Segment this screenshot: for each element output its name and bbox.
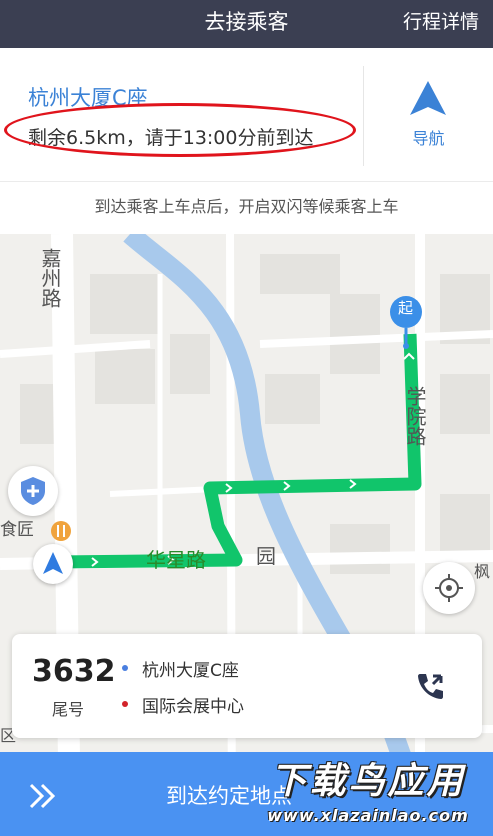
shield-icon xyxy=(21,477,45,505)
map-view[interactable]: 嘉州路 学院路 华星路 园 食匠 枫 区 起 xyxy=(0,234,493,836)
watermark-url: www.xlazainlao.com xyxy=(267,806,469,825)
passenger-tail-number: 3632 xyxy=(32,654,116,689)
start-marker-label: 起 xyxy=(398,299,414,317)
vehicle-position-marker xyxy=(33,544,73,584)
edge-place-label: 枫 xyxy=(474,562,491,581)
jiaxing-road-label: 嘉州路 xyxy=(38,248,62,308)
navigation-button[interactable]: 导航 xyxy=(364,48,493,181)
phone-icon xyxy=(418,674,443,699)
origin-dot xyxy=(122,665,128,671)
restaurant-label: 食匠 xyxy=(0,520,34,540)
order-card[interactable]: 3632 尾号 杭州大厦C座 国际会展中心 xyxy=(12,634,482,738)
trip-details-link[interactable]: 行程详情 xyxy=(403,0,479,48)
navigation-arrow-icon xyxy=(410,81,446,115)
locate-me-button[interactable] xyxy=(423,562,475,614)
tail-number-label: 尾号 xyxy=(52,700,85,719)
origin-address: 杭州大厦C座 xyxy=(142,661,239,681)
highlight-annotation xyxy=(4,103,356,157)
watermark: 下载鸟应用 www.xlazainlao.com xyxy=(248,758,488,832)
restaurant-icon xyxy=(51,521,71,541)
destination-dot xyxy=(122,701,128,707)
garden-label: 园 xyxy=(256,544,276,568)
safety-button[interactable] xyxy=(8,466,58,516)
destination-card: 杭州大厦C座 剩余6.5km，请于13:00分前到达 导航 xyxy=(0,48,493,182)
vehicle-arrow-icon xyxy=(43,552,63,574)
destination-address: 国际会展中心 xyxy=(142,697,244,717)
navigation-label: 导航 xyxy=(412,129,445,148)
watermark-text: 下载鸟应用 xyxy=(270,761,466,802)
top-bar: 去接乘客 行程详情 xyxy=(0,0,493,48)
xueyuan-road-label: 学院路 xyxy=(403,386,427,446)
crosshair-icon xyxy=(435,574,463,602)
double-chevron-right-icon xyxy=(29,783,56,809)
call-passenger-button[interactable] xyxy=(412,668,448,704)
pickup-hint: 到达乘客上车点后，开启双闪等候乘客上车 xyxy=(0,182,493,234)
huaxing-road-label: 华星路 xyxy=(146,548,206,572)
